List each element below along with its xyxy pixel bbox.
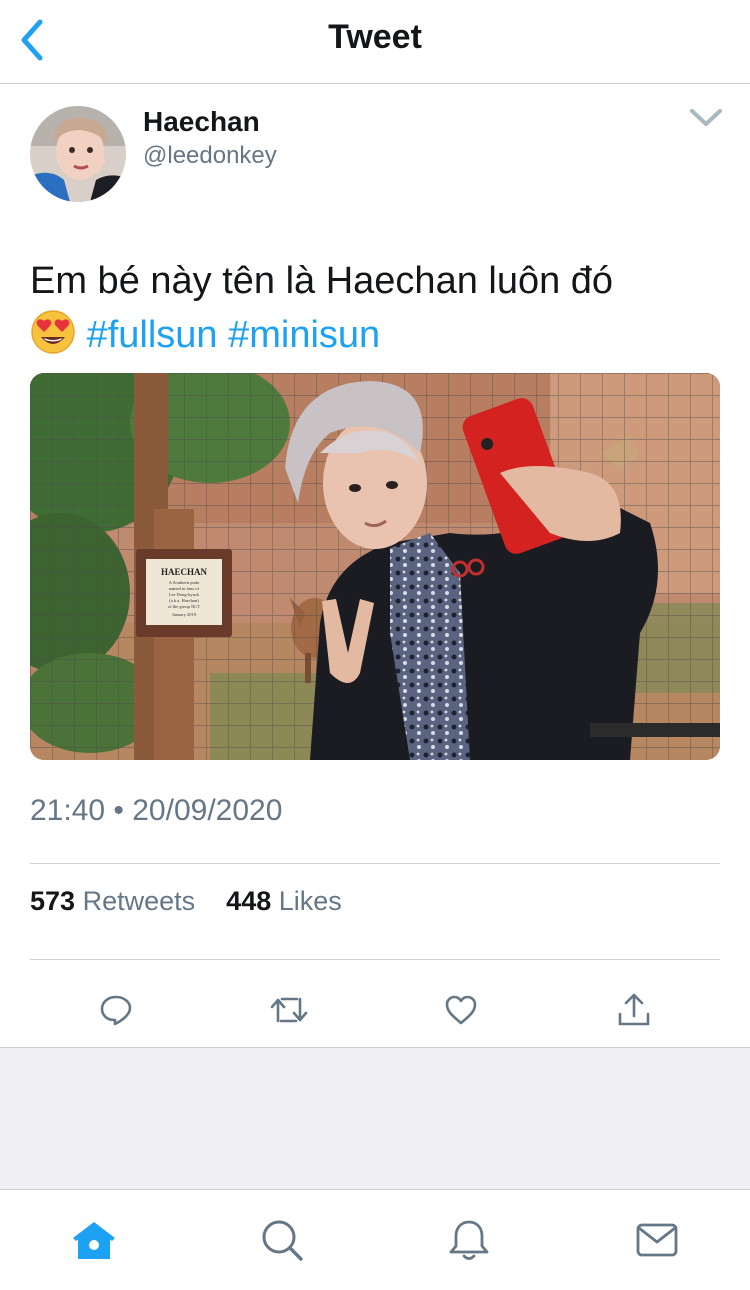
home-icon xyxy=(73,1222,115,1259)
tab-notifications[interactable] xyxy=(441,1212,497,1268)
retweet-icon xyxy=(270,997,308,1023)
tweet-text-plain: Em bé này tên là Haechan luôn đó xyxy=(30,260,614,302)
likes-count: 448 xyxy=(226,886,272,916)
divider xyxy=(30,959,720,960)
retweets-count: 573 xyxy=(30,886,76,916)
more-options-button[interactable] xyxy=(688,106,724,134)
tweet-text: Em bé này tên là Haechan luôn đó #fullsu… xyxy=(30,254,720,362)
heart-eyes-emoji-icon xyxy=(30,309,76,355)
tab-home[interactable] xyxy=(66,1212,122,1268)
sign-line: A Southern pudu xyxy=(169,580,200,585)
sign-line: (a.k.a. Haechan) xyxy=(169,598,199,603)
sign-line: January 2019 xyxy=(172,612,197,617)
reply-icon xyxy=(100,995,132,1026)
likes-label: Likes xyxy=(278,886,342,916)
reply-button[interactable] xyxy=(86,980,146,1040)
share-button[interactable] xyxy=(604,980,664,1040)
sign-line: Lee Dong-hyuck xyxy=(169,592,200,597)
like-icon xyxy=(445,995,477,1025)
like-button[interactable] xyxy=(431,980,491,1040)
sign-title: HAECHAN xyxy=(161,567,208,577)
bottom-tab-bar xyxy=(0,1189,750,1290)
hashtag-fullsun[interactable]: #fullsun xyxy=(87,314,218,356)
tweet-photo[interactable]: HAECHAN A Southern pudu named in fans of… xyxy=(30,373,720,760)
notifications-icon xyxy=(449,1220,489,1260)
hashtag-minisun[interactable]: #minisun xyxy=(228,314,380,356)
chevron-down-icon xyxy=(690,109,722,126)
author-handle[interactable]: @leedonkey xyxy=(143,142,277,170)
retweet-button[interactable] xyxy=(259,980,319,1040)
tab-search[interactable] xyxy=(254,1212,310,1268)
retweets-link[interactable]: 573 Retweets xyxy=(30,886,203,916)
tweet-actions xyxy=(0,980,750,1044)
top-bar: Tweet xyxy=(0,0,750,84)
messages-icon xyxy=(636,1223,678,1257)
tweet-timestamp: 21:40 • 20/09/2020 xyxy=(30,794,283,827)
photo-image: HAECHAN A Southern pudu named in fans of… xyxy=(30,373,720,760)
page-title: Tweet xyxy=(328,18,422,56)
search-icon xyxy=(262,1220,303,1261)
divider xyxy=(30,863,720,864)
likes-link[interactable]: 448 Likes xyxy=(226,886,342,916)
avatar[interactable] xyxy=(30,106,126,202)
author-name[interactable]: Haechan xyxy=(143,106,260,138)
tweet-stats: 573 Retweets 448 Likes xyxy=(30,886,342,917)
empty-replies-area xyxy=(0,1047,750,1190)
sign-line: named in fans of xyxy=(169,586,200,591)
avatar-image xyxy=(30,106,126,202)
share-icon xyxy=(618,993,650,1026)
retweets-label: Retweets xyxy=(82,886,196,916)
tab-messages[interactable] xyxy=(629,1212,685,1268)
sign-line: of the group NCT xyxy=(168,604,200,609)
